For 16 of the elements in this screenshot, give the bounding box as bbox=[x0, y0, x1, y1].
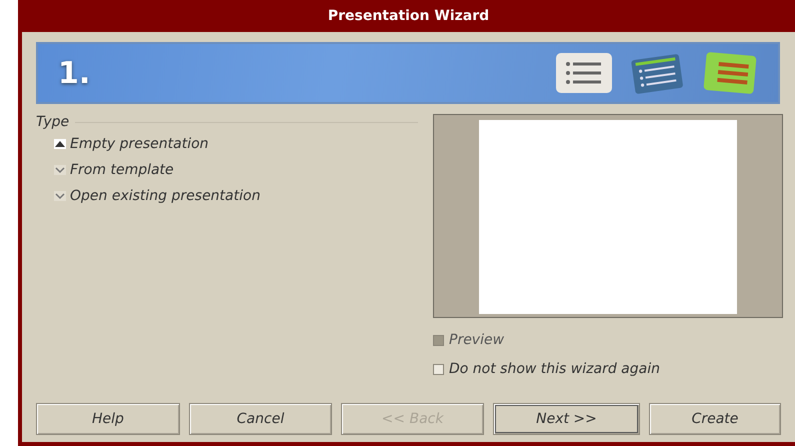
option-label[interactable]: Open existing presentation bbox=[70, 188, 260, 204]
list-icon bbox=[556, 53, 612, 93]
dialog-button[interactable]: Next >> bbox=[493, 403, 640, 435]
radio-button[interactable] bbox=[54, 165, 66, 175]
option-label[interactable]: Empty presentation bbox=[70, 136, 209, 152]
dialog-button[interactable]: Help bbox=[36, 403, 180, 435]
group-label: Type bbox=[36, 114, 70, 130]
dialog-button[interactable]: Create bbox=[649, 403, 781, 435]
radio-button[interactable] bbox=[54, 191, 66, 201]
radio-button[interactable] bbox=[54, 139, 66, 149]
window-title: Presentation Wizard bbox=[328, 8, 490, 24]
checkbox-label[interactable]: Do not show this wizard again bbox=[449, 361, 660, 377]
option-label[interactable]: From template bbox=[70, 162, 174, 178]
step-number: 1. bbox=[58, 56, 92, 90]
dialog-button[interactable]: Cancel bbox=[189, 403, 332, 435]
checkbox[interactable] bbox=[433, 364, 444, 374]
